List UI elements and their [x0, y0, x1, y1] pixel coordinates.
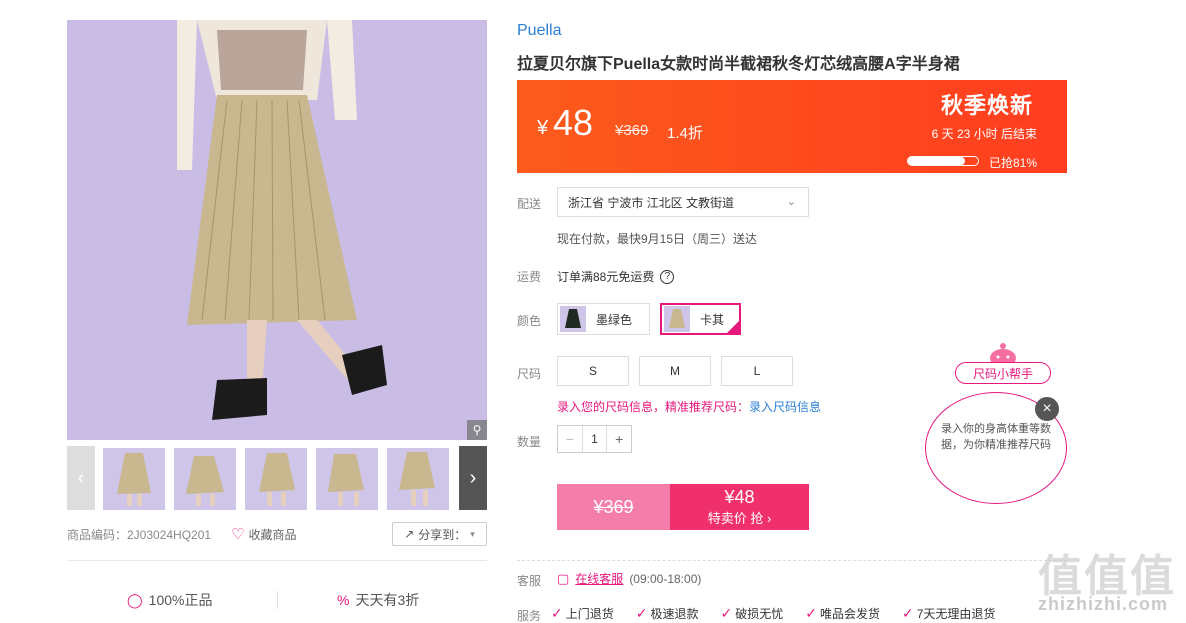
close-icon[interactable]: ×: [1035, 397, 1059, 421]
guarantee-item: ✓ 上门退货: [551, 605, 614, 621]
sold-progress-fill: [908, 157, 965, 165]
countdown-timer: 6 天 23 小时 后结束: [931, 127, 1037, 141]
guarantee-item: ✓ 破损无忧: [720, 605, 784, 621]
share-icon: ↗: [404, 527, 415, 541]
sale-price: 48: [553, 102, 594, 143]
selected-check-icon: [726, 320, 740, 334]
guarantee-item: ✓ 唯品会发货: [805, 605, 880, 621]
freight-text: 订单满88元免运费: [557, 270, 655, 284]
thumbnail[interactable]: [174, 448, 236, 510]
check-circle-icon: ✓: [805, 605, 817, 621]
favorite-label: 收藏商品: [248, 527, 297, 542]
thumbnail[interactable]: [103, 448, 165, 510]
quantity-plus-button[interactable]: +: [607, 431, 631, 447]
sold-percent: 已抢81%: [988, 156, 1037, 170]
discount-label: 1.4折: [667, 125, 703, 142]
currency-symbol: ¥: [537, 117, 549, 139]
color-label: 颜色: [517, 314, 542, 328]
buy-now-button[interactable]: ¥48 特卖价 抢 ›: [670, 484, 809, 530]
color-option-label: 卡其: [700, 312, 725, 327]
quantity-stepper: − 1 +: [557, 425, 632, 453]
size-option-l[interactable]: L: [721, 356, 793, 386]
heart-icon: ♡: [231, 526, 245, 543]
product-meta-row: 商品编码：2J03024HQ201 ♡ 收藏商品 ↗ 分享到： ▾: [67, 520, 487, 548]
quantity-label: 数量: [517, 435, 542, 449]
thumbnail[interactable]: [387, 448, 449, 510]
color-option-darkgreen[interactable]: 墨绿色: [557, 303, 650, 335]
quantity-minus-button[interactable]: −: [558, 431, 582, 447]
size-tip: 录入您的尺码信息，精准推荐尺码：录入尺码信息: [557, 398, 821, 415]
thumbnail-next-button[interactable]: ›: [459, 446, 487, 510]
size-tip-text: 录入您的尺码信息，精准推荐尺码：: [557, 400, 750, 414]
quantity-value[interactable]: 1: [581, 426, 608, 452]
guarantee-list: ✓ 上门退货 ✓ 极速退款 ✓ 破损无忧 ✓ 唯品会发货 ✓ 7天无理由退货: [551, 605, 995, 622]
freight-label: 运费: [517, 270, 542, 284]
product-main-image[interactable]: ⚲: [67, 20, 487, 440]
share-button[interactable]: ↗ 分享到： ▾: [392, 522, 487, 546]
address-select[interactable]: 浙江省 宁波市 江北区 文教街道 ⌄: [557, 187, 809, 217]
size-option-m[interactable]: M: [639, 356, 711, 386]
delivery-estimate: 现在付款，最快9月15日（周三）送达: [557, 232, 758, 246]
thumbnail[interactable]: [245, 448, 307, 510]
product-title: 拉夏贝尔旗下Puella女款时尚半截裙秋冬灯芯绒高腰A字半身裙: [517, 56, 960, 73]
online-service-link[interactable]: 在线客服: [575, 570, 623, 587]
thumbnail-strip: ‹ ›: [67, 446, 487, 510]
customer-service: ▢ 在线客服 (09:00-18:00): [557, 570, 701, 587]
guarantee-item: ✓ 极速退款: [635, 605, 699, 621]
address-value: 浙江省 宁波市 江北区 文教街道: [568, 195, 735, 210]
promise-genuine: ◯ 100%正品: [127, 590, 212, 610]
guarantee-item: ✓ 7天无理由退货: [902, 605, 996, 621]
zoom-icon[interactable]: ⚲: [467, 420, 487, 440]
sold-progress-bar: [907, 156, 979, 166]
favorite-button[interactable]: ♡ 收藏商品: [231, 525, 296, 543]
price-banner: ¥ 48 ¥369 1.4折 秋季焕新 6 天 23 小时 后结束 已抢81%: [517, 80, 1067, 173]
service-hours: (09:00-18:00): [629, 571, 702, 586]
guarantee-label: 服务: [517, 609, 542, 623]
buy-button-group: ¥369 ¥48 特卖价 抢 ›: [557, 484, 809, 530]
watermark-url: zhizhizhi.com: [1038, 594, 1168, 614]
original-price: ¥369: [615, 122, 649, 139]
deal-price: ¥48: [724, 487, 755, 507]
divider: [67, 560, 487, 561]
share-label: 分享到：: [418, 527, 467, 542]
delivery-label: 配送: [517, 197, 542, 211]
size-option-s[interactable]: S: [557, 356, 629, 386]
shield-icon: ◯: [127, 591, 143, 608]
event-title: 秋季焕新: [940, 93, 1033, 118]
divider: [517, 560, 1067, 561]
original-price-button[interactable]: ¥369: [557, 484, 670, 530]
promise-label: 100%正品: [148, 592, 213, 608]
brand-link[interactable]: Puella: [517, 22, 561, 40]
color-option-label: 墨绿色: [596, 312, 633, 327]
divider: [277, 591, 278, 609]
promise-discount: % 天天有3折: [337, 590, 419, 610]
color-swatch: [664, 306, 690, 332]
deal-label: 特卖价 抢 ›: [707, 511, 772, 526]
help-icon[interactable]: ?: [660, 269, 675, 284]
thumbnail-prev-button[interactable]: ‹: [67, 446, 95, 510]
chevron-down-icon: ⌄: [786, 196, 796, 208]
mascot-icon: [985, 342, 1021, 367]
thumbnail[interactable]: [316, 448, 378, 510]
size-label: 尺码: [517, 367, 542, 381]
promise-label: 天天有3折: [355, 592, 420, 608]
check-circle-icon: ✓: [902, 605, 914, 621]
service-label: 客服: [517, 574, 542, 588]
chevron-down-icon: ▾: [470, 528, 475, 539]
check-circle-icon: ✓: [551, 605, 563, 621]
color-option-khaki[interactable]: 卡其: [660, 303, 741, 335]
color-swatch: [560, 306, 586, 332]
size-helper-tag[interactable]: 尺码小帮手: [955, 362, 1051, 384]
check-circle-icon: ✓: [635, 605, 648, 621]
chat-icon: ▢: [557, 570, 570, 586]
check-circle-icon: ✓: [720, 605, 733, 621]
product-code: 商品编码：2J03024HQ201: [67, 527, 212, 542]
size-info-link[interactable]: 录入尺码信息: [749, 400, 821, 414]
freight-info: 订单满88元免运费 ?: [557, 268, 675, 285]
percent-icon: %: [337, 592, 350, 608]
